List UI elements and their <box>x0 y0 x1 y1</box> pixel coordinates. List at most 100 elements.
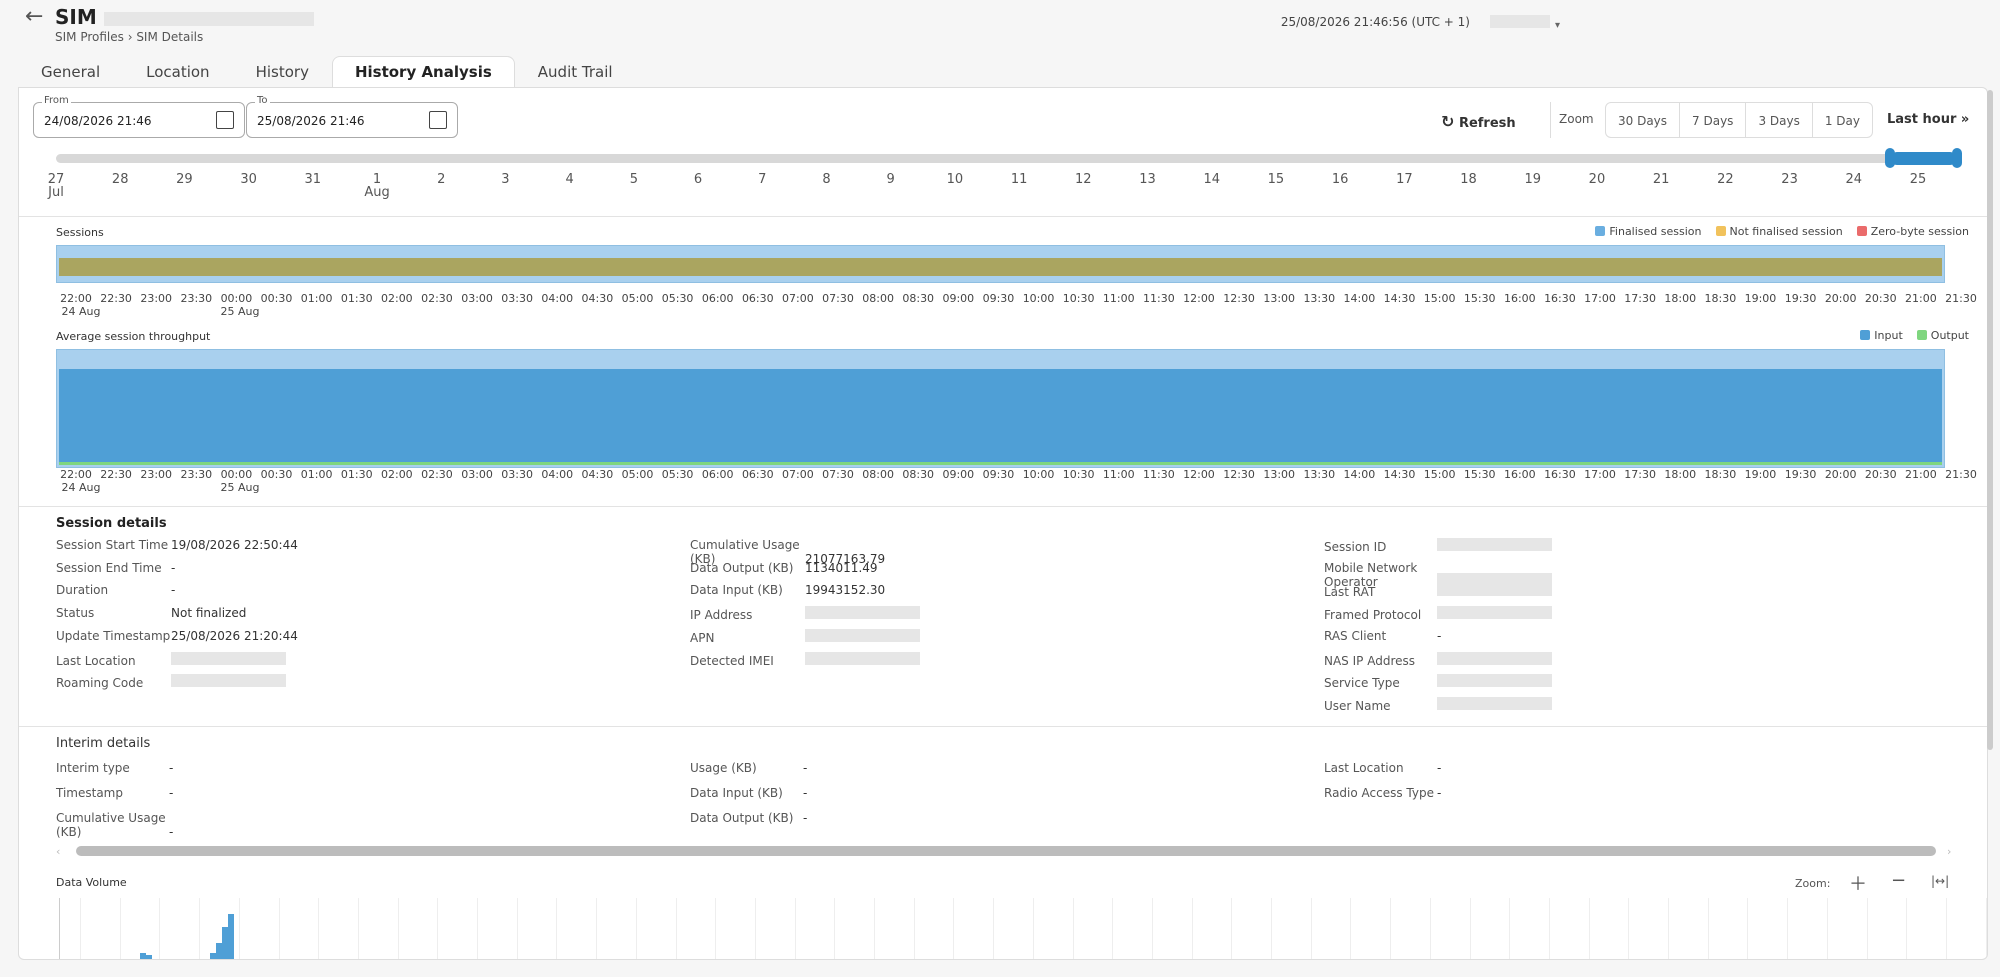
redacted-value <box>1437 674 1552 688</box>
from-field[interactable]: From 24/08/2026 21:46 <box>33 95 245 138</box>
detail-label: Data Output (KB) <box>690 811 794 825</box>
breadcrumb[interactable]: SIM Profiles › SIM Details <box>55 30 203 44</box>
detail-label: Service Type <box>1324 676 1400 691</box>
time-axis-tick: 16:00 <box>1503 468 1536 481</box>
timeline-tick: 8 <box>822 172 831 187</box>
day-label: 24 Aug <box>61 481 101 494</box>
detail-row: Data Input (KB) - <box>690 786 807 800</box>
zoom-out-icon[interactable]: − <box>1891 870 1906 891</box>
not-finalised-session-bar[interactable] <box>59 258 1942 276</box>
time-axis-tick: 09:00 <box>942 292 975 305</box>
time-axis-tick: 20:00 <box>1824 292 1857 305</box>
redacted-value <box>1437 538 1552 551</box>
tab-location[interactable]: Location <box>123 56 232 88</box>
zoom-reset-icon[interactable]: |↔| <box>1931 874 1949 888</box>
legend-label: Finalised session <box>1609 225 1702 238</box>
data-volume-chart[interactable] <box>59 898 1987 959</box>
throughput-chart-area[interactable] <box>56 349 1945 468</box>
legend-item[interactable]: Not finalised session <box>1715 225 1843 238</box>
detail-label: NAS IP Address <box>1324 653 1415 668</box>
scroll-left-icon[interactable]: ‹ <box>56 845 60 858</box>
detail-row: Session ID <box>1324 538 1552 554</box>
grid-line <box>238 898 240 959</box>
detail-label: IP Address <box>690 608 753 623</box>
scroll-right-icon[interactable]: › <box>1947 845 1951 858</box>
user-menu[interactable]: ▾ <box>1489 13 1560 32</box>
time-axis-tick: 22:00 <box>60 468 92 481</box>
detail-value: - <box>169 761 174 775</box>
timeline-tick: 11 <box>1010 172 1028 187</box>
to-field[interactable]: To 25/08/2026 21:46 <box>246 95 458 138</box>
grid-line <box>754 898 756 959</box>
time-axis-tick: 14:30 <box>1383 468 1416 481</box>
detail-value: - <box>169 825 174 839</box>
detail-row: Session End Time - <box>56 561 175 575</box>
day-label: 24 Aug <box>61 305 101 318</box>
last-hour-button[interactable]: Last hour » <box>1887 112 1969 127</box>
tab-audit-trail[interactable]: Audit Trail <box>515 56 636 88</box>
time-axis-tick: 04:30 <box>581 468 614 481</box>
zoom-1-day-button[interactable]: 1 Day <box>1813 103 1872 137</box>
legend-item[interactable]: Input <box>1860 329 1903 342</box>
timeline-tick: 6 <box>693 172 703 187</box>
time-axis-tick: 19:30 <box>1784 468 1817 481</box>
vertical-scrollbar[interactable] <box>1987 90 1993 750</box>
time-axis-tick: 18:00 <box>1664 468 1697 481</box>
timeline-handle-right[interactable] <box>1952 148 1962 168</box>
legend-swatch <box>1595 226 1606 236</box>
time-axis-tick: 06:00 <box>701 292 734 305</box>
timeline-handle-left[interactable] <box>1885 148 1895 168</box>
grid-line <box>794 898 796 959</box>
detail-row: Timestamp - <box>56 786 173 800</box>
calendar-icon[interactable] <box>429 111 447 129</box>
timeline-tick: 10 <box>946 172 964 187</box>
refresh-icon: ↻ <box>1441 112 1455 131</box>
detail-label: Data Input (KB) <box>690 583 783 598</box>
zoom-7-days-button[interactable]: 7 Days <box>1680 103 1747 137</box>
detail-value: - <box>169 786 174 800</box>
detail-row: Data Output (KB) - <box>690 811 807 825</box>
sessions-time-axis: 22:00 22:30 23:00 23:30 00:00 00:30 01:00 01:30… <box>19 292 1987 322</box>
timeline-tick: 14 <box>1203 172 1220 187</box>
time-axis-tick: 16:30 <box>1544 292 1576 305</box>
data-volume-bar[interactable] <box>146 955 152 959</box>
detail-value: - <box>1437 786 1442 800</box>
zoom-in-icon[interactable]: ＋ <box>1849 870 1867 896</box>
detail-label: Data Input (KB) <box>690 786 783 800</box>
tab-general[interactable]: General <box>18 56 123 88</box>
timeline-selection[interactable] <box>1891 152 1956 165</box>
time-axis-tick: 21:00 <box>1905 292 1937 305</box>
timeline-tick: 18 <box>1460 172 1477 187</box>
data-volume-bar[interactable] <box>228 914 234 959</box>
time-axis-tick: 10:30 <box>1062 292 1095 305</box>
detail-label: Last Location <box>56 653 136 668</box>
tab-history-analysis[interactable]: History Analysis <box>331 56 515 88</box>
grid-line <box>1906 898 1908 959</box>
legend-item[interactable]: Finalised session <box>1595 225 1702 238</box>
time-axis-tick: 20:30 <box>1864 468 1897 481</box>
calendar-icon[interactable] <box>216 111 234 129</box>
grid-line <box>1945 898 1947 959</box>
time-axis-tick: 22:30 <box>100 468 132 481</box>
detail-label: Last Location <box>1324 761 1404 775</box>
grid-line <box>834 898 836 959</box>
refresh-button[interactable]: ↻ Refresh <box>1441 112 1516 131</box>
tab-history[interactable]: History <box>233 56 332 88</box>
timeline-track[interactable] <box>56 154 1956 163</box>
legend-item[interactable]: Zero-byte session <box>1856 225 1969 238</box>
legend-item[interactable]: Output <box>1916 329 1969 342</box>
back-arrow-icon[interactable]: ← <box>25 4 43 29</box>
output-area <box>59 462 1942 465</box>
horizontal-scrollbar[interactable] <box>76 846 1936 856</box>
sessions-chart-area[interactable] <box>56 245 1945 283</box>
detail-row: Radio Access Type - <box>1324 786 1441 800</box>
time-axis-tick: 20:30 <box>1864 292 1897 305</box>
zoom-3-days-button[interactable]: 3 Days <box>1746 103 1813 137</box>
detail-value: - <box>171 583 176 598</box>
time-axis-tick: 01:30 <box>340 292 373 305</box>
zoom-30-days-button[interactable]: 30 Days <box>1606 103 1681 137</box>
timeline-month-label: Jul <box>48 185 64 200</box>
detail-value: 19943152.30 <box>805 583 886 598</box>
time-axis-tick: 15:00 <box>1423 292 1456 305</box>
grid-line <box>1509 898 1511 959</box>
